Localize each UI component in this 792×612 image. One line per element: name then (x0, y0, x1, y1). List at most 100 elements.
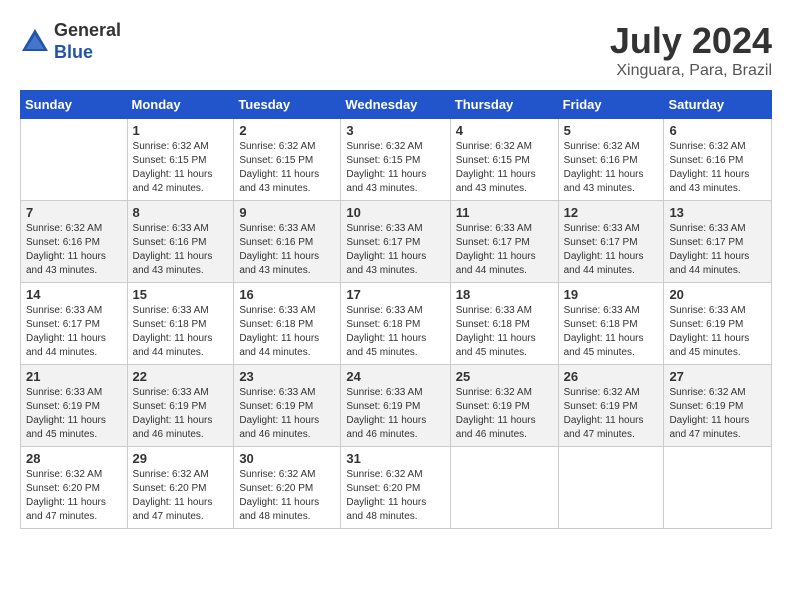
calendar-cell (21, 119, 128, 201)
day-number: 30 (239, 451, 335, 466)
calendar-cell: 21 Sunrise: 6:33 AM Sunset: 6:19 PM Dayli… (21, 365, 128, 447)
day-number: 2 (239, 123, 335, 138)
title-block: July 2024 Xinguara, Para, Brazil (610, 20, 772, 80)
calendar-cell: 7 Sunrise: 6:32 AM Sunset: 6:16 PM Daylig… (21, 201, 128, 283)
day-number: 7 (26, 205, 122, 220)
calendar-week-row: 28 Sunrise: 6:32 AM Sunset: 6:20 PM Dayli… (21, 447, 772, 529)
calendar-week-row: 14 Sunrise: 6:33 AM Sunset: 6:17 PM Dayli… (21, 283, 772, 365)
calendar-cell: 22 Sunrise: 6:33 AM Sunset: 6:19 PM Dayli… (127, 365, 234, 447)
day-number: 28 (26, 451, 122, 466)
day-number: 14 (26, 287, 122, 302)
calendar-cell (450, 447, 558, 529)
day-number: 5 (564, 123, 659, 138)
calendar-cell: 16Sunrise: 6:33 AM Sunset: 6:18 PM Dayli… (234, 283, 341, 365)
col-thursday: Thursday (450, 91, 558, 119)
day-info: Sunrise: 6:33 AM Sunset: 6:18 PM Dayligh… (239, 304, 335, 360)
calendar-cell: 31 Sunrise: 6:32 AM Sunset: 6:20 PM Dayli… (341, 447, 450, 529)
calendar-cell: 11 Sunrise: 6:33 AM Sunset: 6:17 PM Dayli… (450, 201, 558, 283)
day-info: Sunrise: 6:33 AM Sunset: 6:16 PM Dayligh… (239, 222, 335, 278)
day-number: 13 (669, 205, 766, 220)
page-header: General Blue July 2024 Xinguara, Para, B… (20, 20, 772, 80)
day-number: 10 (346, 205, 444, 220)
day-number: 3 (346, 123, 444, 138)
day-number: 18 (456, 287, 553, 302)
day-number: 9 (239, 205, 335, 220)
calendar-cell: 5 Sunrise: 6:32 AM Sunset: 6:16 PM Daylig… (558, 119, 664, 201)
day-info: Sunrise: 6:32 AM Sunset: 6:15 PM Dayligh… (239, 140, 335, 196)
day-info: Sunrise: 6:32 AM Sunset: 6:20 PM Dayligh… (346, 468, 444, 524)
calendar-week-row: 7 Sunrise: 6:32 AM Sunset: 6:16 PM Daylig… (21, 201, 772, 283)
calendar-cell: 17 Sunrise: 6:33 AM Sunset: 6:18 PM Dayli… (341, 283, 450, 365)
day-number: 23 (239, 369, 335, 384)
day-number: 29 (133, 451, 229, 466)
calendar-cell: 23 Sunrise: 6:33 AM Sunset: 6:19 PM Dayli… (234, 365, 341, 447)
calendar-cell: 27 Sunrise: 6:32 AM Sunset: 6:19 PM Dayli… (664, 365, 772, 447)
calendar-cell: 30 Sunrise: 6:32 AM Sunset: 6:20 PM Dayli… (234, 447, 341, 529)
day-info: Sunrise: 6:33 AM Sunset: 6:17 PM Dayligh… (346, 222, 444, 278)
day-info: Sunrise: 6:32 AM Sunset: 6:16 PM Dayligh… (564, 140, 659, 196)
calendar-cell: 26 Sunrise: 6:32 AM Sunset: 6:19 PM Dayli… (558, 365, 664, 447)
day-info: Sunrise: 6:33 AM Sunset: 6:19 PM Dayligh… (669, 304, 766, 360)
day-info: Sunrise: 6:33 AM Sunset: 6:19 PM Dayligh… (26, 386, 122, 442)
calendar-table: Sunday Monday Tuesday Wednesday Thursday… (20, 90, 772, 529)
day-number: 15 (133, 287, 229, 302)
day-info: Sunrise: 6:33 AM Sunset: 6:17 PM Dayligh… (26, 304, 122, 360)
calendar-cell: 8 Sunrise: 6:33 AM Sunset: 6:16 PM Daylig… (127, 201, 234, 283)
day-info: Sunrise: 6:32 AM Sunset: 6:20 PM Dayligh… (239, 468, 335, 524)
day-info: Sunrise: 6:33 AM Sunset: 6:17 PM Dayligh… (456, 222, 553, 278)
logo-general-text: General (54, 20, 121, 42)
day-info: Sunrise: 6:32 AM Sunset: 6:16 PM Dayligh… (26, 222, 122, 278)
day-number: 12 (564, 205, 659, 220)
day-info: Sunrise: 6:32 AM Sunset: 6:19 PM Dayligh… (669, 386, 766, 442)
calendar-cell (558, 447, 664, 529)
day-number: 24 (346, 369, 444, 384)
calendar-cell: 1 Sunrise: 6:32 AM Sunset: 6:15 PM Daylig… (127, 119, 234, 201)
day-info: Sunrise: 6:33 AM Sunset: 6:19 PM Dayligh… (133, 386, 229, 442)
day-info: Sunrise: 6:33 AM Sunset: 6:19 PM Dayligh… (239, 386, 335, 442)
day-number: 1 (133, 123, 229, 138)
calendar-week-row: 1 Sunrise: 6:32 AM Sunset: 6:15 PM Daylig… (21, 119, 772, 201)
col-sunday: Sunday (21, 91, 128, 119)
calendar-cell (664, 447, 772, 529)
day-number: 8 (133, 205, 229, 220)
day-number: 22 (133, 369, 229, 384)
calendar-cell: 20 Sunrise: 6:33 AM Sunset: 6:19 PM Dayli… (664, 283, 772, 365)
day-number: 26 (564, 369, 659, 384)
day-info: Sunrise: 6:32 AM Sunset: 6:19 PM Dayligh… (564, 386, 659, 442)
calendar-cell: 2 Sunrise: 6:32 AM Sunset: 6:15 PM Daylig… (234, 119, 341, 201)
day-info: Sunrise: 6:33 AM Sunset: 6:18 PM Dayligh… (346, 304, 444, 360)
day-info: Sunrise: 6:32 AM Sunset: 6:20 PM Dayligh… (133, 468, 229, 524)
day-number: 20 (669, 287, 766, 302)
day-info: Sunrise: 6:33 AM Sunset: 6:16 PM Dayligh… (133, 222, 229, 278)
calendar-cell: 28Sunrise: 6:32 AM Sunset: 6:20 PM Dayli… (21, 447, 128, 529)
logo-blue-text: Blue (54, 42, 121, 64)
day-number: 27 (669, 369, 766, 384)
logo-icon (20, 27, 50, 57)
calendar-cell: 13 Sunrise: 6:33 AM Sunset: 6:17 PM Dayli… (664, 201, 772, 283)
day-info: Sunrise: 6:33 AM Sunset: 6:17 PM Dayligh… (564, 222, 659, 278)
col-wednesday: Wednesday (341, 91, 450, 119)
day-number: 17 (346, 287, 444, 302)
calendar-cell: 10 Sunrise: 6:33 AM Sunset: 6:17 PM Dayli… (341, 201, 450, 283)
calendar-cell: 6Sunrise: 6:32 AM Sunset: 6:16 PM Daylig… (664, 119, 772, 201)
day-info: Sunrise: 6:32 AM Sunset: 6:16 PM Dayligh… (669, 140, 766, 196)
day-number: 31 (346, 451, 444, 466)
day-number: 21 (26, 369, 122, 384)
col-monday: Monday (127, 91, 234, 119)
col-friday: Friday (558, 91, 664, 119)
calendar-cell: 25Sunrise: 6:32 AM Sunset: 6:19 PM Dayli… (450, 365, 558, 447)
day-number: 19 (564, 287, 659, 302)
location-subtitle: Xinguara, Para, Brazil (610, 62, 772, 80)
day-info: Sunrise: 6:33 AM Sunset: 6:17 PM Dayligh… (669, 222, 766, 278)
day-info: Sunrise: 6:32 AM Sunset: 6:15 PM Dayligh… (456, 140, 553, 196)
calendar-cell: 24 Sunrise: 6:33 AM Sunset: 6:19 PM Dayli… (341, 365, 450, 447)
day-info: Sunrise: 6:32 AM Sunset: 6:15 PM Dayligh… (346, 140, 444, 196)
day-info: Sunrise: 6:33 AM Sunset: 6:19 PM Dayligh… (346, 386, 444, 442)
col-saturday: Saturday (664, 91, 772, 119)
day-info: Sunrise: 6:33 AM Sunset: 6:18 PM Dayligh… (133, 304, 229, 360)
day-number: 11 (456, 205, 553, 220)
calendar-cell: 12 Sunrise: 6:33 AM Sunset: 6:17 PM Dayli… (558, 201, 664, 283)
day-info: Sunrise: 6:33 AM Sunset: 6:18 PM Dayligh… (564, 304, 659, 360)
calendar-header-row: Sunday Monday Tuesday Wednesday Thursday… (21, 91, 772, 119)
day-info: Sunrise: 6:32 AM Sunset: 6:15 PM Dayligh… (133, 140, 229, 196)
